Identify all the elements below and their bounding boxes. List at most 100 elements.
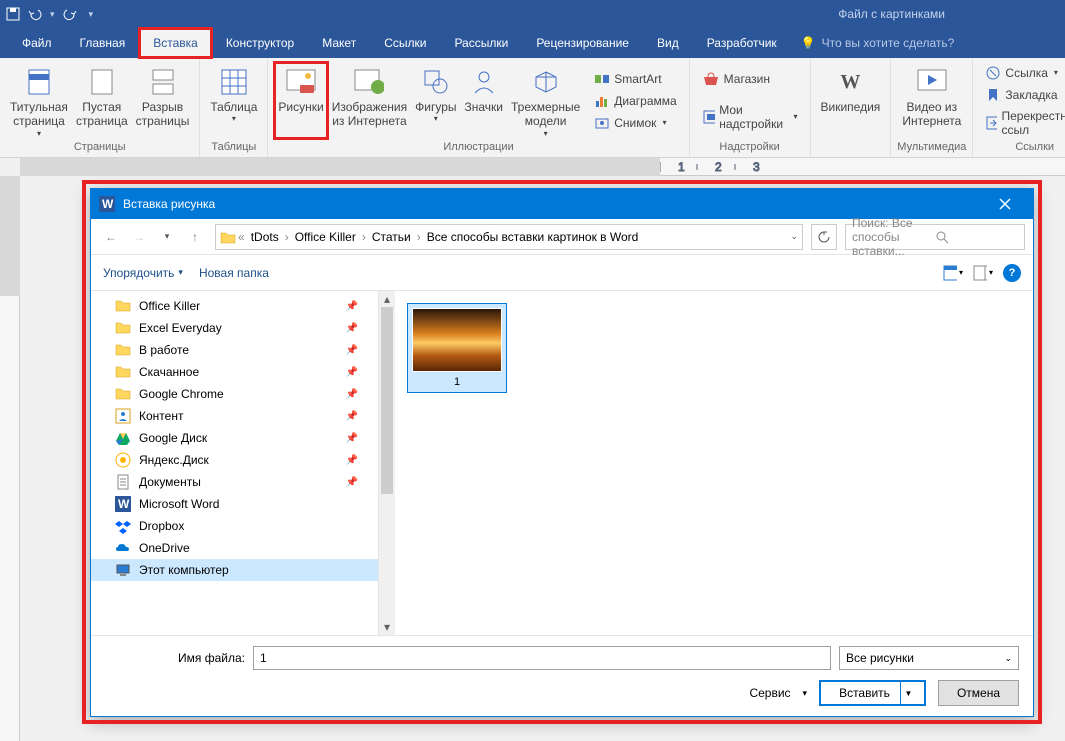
breadcrumb-dropdown-icon[interactable]: ⌄ [790,231,798,242]
blank-page-button[interactable]: Пустая страница [72,62,132,139]
pin-icon[interactable]: 📌 [346,433,358,444]
cover-page-button[interactable]: Титульная страница▾ [6,62,72,139]
store-button[interactable]: Магазин [696,69,804,89]
pin-icon[interactable]: 📌 [346,323,358,334]
tab-file[interactable]: Файл [8,28,66,58]
tree-item[interactable]: Google Chrome📌 [91,383,378,405]
nav-forward-button[interactable]: → [127,225,151,249]
tree-item[interactable]: Google Диск📌 [91,427,378,449]
nav-back-button[interactable]: ← [99,225,123,249]
online-video-button[interactable]: Видео из Интернета [898,62,965,139]
tab-mailings[interactable]: Рассылки [440,28,522,58]
pin-icon[interactable]: 📌 [346,389,358,400]
tree-item-label: Office Killer [139,299,200,313]
pin-icon[interactable]: 📌 [346,345,358,356]
file-filter-select[interactable]: Все рисунки⌄ [839,646,1019,670]
screenshot-button[interactable]: Снимок▾ [588,113,682,133]
ruler-vertical[interactable] [0,176,20,741]
scroll-up-icon[interactable]: ▴ [379,291,395,307]
pc-icon [115,562,131,578]
tree-scrollbar[interactable]: ▴ ▾ [379,291,395,635]
pictures-button[interactable]: Рисунки [274,62,327,139]
nav-recent-icon[interactable]: ▾ [155,225,179,249]
tree-item[interactable]: В работе📌 [91,339,378,361]
pin-icon[interactable]: 📌 [346,477,358,488]
tree-item[interactable]: WMicrosoft Word [91,493,378,515]
page-break-button[interactable]: Разрыв страницы [132,62,194,139]
wikipedia-button[interactable]: WВикипедия [817,62,885,139]
search-icon [935,230,1018,244]
file-thumbnail[interactable]: 1 [407,303,507,393]
menubar: Файл Главная Вставка Конструктор Макет С… [0,28,1065,58]
tree-item[interactable]: OneDrive [91,537,378,559]
bookmark-button[interactable]: Закладка [979,85,1065,105]
breadcrumb-seg[interactable]: Статьи [368,228,415,246]
link-button[interactable]: Ссылка▾ [979,63,1065,83]
tree-item[interactable]: Office Killer 📌 [91,295,378,317]
group-label-illustrations: Иллюстрации [443,139,513,155]
tree-item-label: Этот компьютер [139,563,229,577]
undo-icon[interactable] [28,7,42,21]
tree-item[interactable]: Контент📌 [91,405,378,427]
pin-icon[interactable]: 📌 [346,455,358,466]
breadcrumb-seg[interactable]: tDots [247,228,283,246]
file-list[interactable]: 1 [395,291,1033,635]
tree-item[interactable]: Документы📌 [91,471,378,493]
nav-up-button[interactable]: ↑ [183,225,207,249]
tree-item[interactable]: Яндекс.Диск📌 [91,449,378,471]
breadcrumb[interactable]: « tDots› Office Killer› Статьи› Все спос… [215,224,803,250]
smartart-button[interactable]: SmartArt [588,69,682,89]
organize-button[interactable]: Упорядочить▾ [103,266,183,280]
tab-home[interactable]: Главная [66,28,140,58]
tab-insert[interactable]: Вставка [139,28,212,58]
insert-split-icon[interactable]: ▼ [900,682,916,704]
search-input[interactable]: Поиск: Все способы вставки... [845,224,1025,250]
3d-models-button[interactable]: Трехмерные модели▾ [507,62,584,139]
dialog-close-button[interactable] [985,189,1025,219]
tree-item[interactable]: Dropbox [91,515,378,537]
undo-dropdown-icon[interactable]: ▾ [50,9,55,20]
ydisk-icon [115,452,131,468]
qat-customize-icon[interactable]: ▾ [89,9,94,20]
online-pictures-button[interactable]: Изображения из Интернета [328,62,411,139]
cross-reference-button[interactable]: Перекрестная ссыл [979,107,1065,139]
tab-references[interactable]: Ссылки [370,28,440,58]
tab-review[interactable]: Рецензирование [522,28,643,58]
tab-view[interactable]: Вид [643,28,693,58]
folder-icon [115,364,131,380]
my-addins-button[interactable]: Мои надстройки▾ [696,101,804,133]
thumbnail-label: 1 [454,376,460,388]
tab-layout[interactable]: Макет [308,28,370,58]
breadcrumb-seg[interactable]: Все способы вставки картинок в Word [423,228,643,246]
tab-developer[interactable]: Разработчик [693,28,791,58]
pin-icon[interactable]: 📌 [346,301,358,312]
ruler-horizontal[interactable]: 123 [20,158,1065,176]
tree-item[interactable]: Скачанное📌 [91,361,378,383]
service-button[interactable]: Сервис [749,686,790,700]
chart-button[interactable]: Диаграмма [588,91,682,111]
tab-design[interactable]: Конструктор [212,28,308,58]
cancel-button[interactable]: Отмена [938,680,1019,706]
tree-item[interactable]: Этот компьютер [91,559,378,581]
icons-button[interactable]: Значки [461,62,508,139]
insert-button[interactable]: Вставить▼ [819,680,926,706]
breadcrumb-seg[interactable]: Office Killer [291,228,360,246]
table-button[interactable]: Таблица▾ [206,62,261,139]
refresh-button[interactable] [811,224,837,250]
filename-input[interactable] [253,646,831,670]
new-folder-button[interactable]: Новая папка [199,266,269,280]
tree-item[interactable]: Excel Everyday📌 [91,317,378,339]
view-mode-button[interactable]: ▾ [943,263,963,283]
redo-icon[interactable] [63,7,77,21]
tell-me-search[interactable]: 💡 Что вы хотите сделать? [791,28,965,58]
pin-icon[interactable]: 📌 [346,411,358,422]
pin-icon[interactable]: 📌 [346,367,358,378]
shapes-button[interactable]: Фигуры▾ [411,62,460,139]
ribbon-group-media: Видео из Интернета Мультимедиа [891,58,973,157]
preview-pane-button[interactable]: ▾ [973,263,993,283]
group-label-media: Мультимедиа [897,139,966,155]
help-button[interactable]: ? [1003,264,1021,282]
service-dropdown-icon[interactable]: ▾ [803,688,808,699]
scroll-down-icon[interactable]: ▾ [379,619,395,635]
save-icon[interactable] [6,7,20,21]
